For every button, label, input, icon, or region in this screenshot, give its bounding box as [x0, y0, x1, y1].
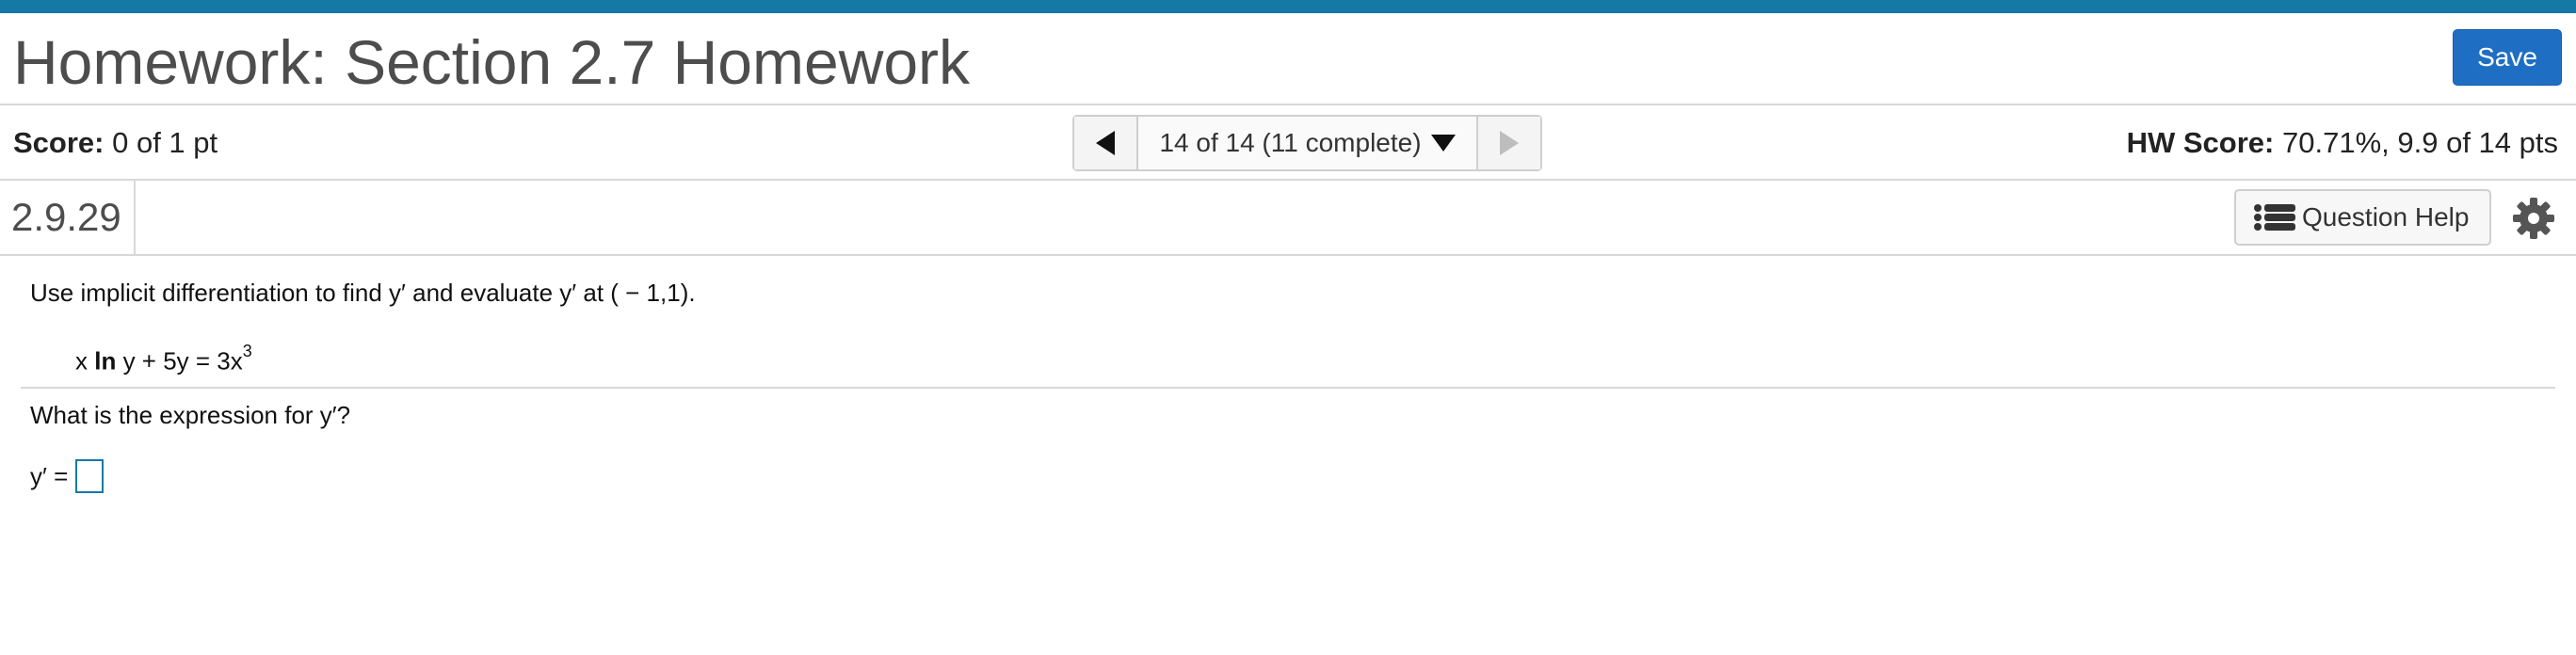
sub-question: What is the expression for y′? — [30, 401, 351, 429]
list-icon — [2254, 204, 2295, 231]
page-title: Homework: Section 2.7 Homework — [13, 27, 971, 97]
next-question-button[interactable] — [1476, 117, 1540, 169]
top-accent-bar — [0, 0, 2576, 13]
score-value: 0 of 1 pt — [112, 126, 218, 159]
triangle-right-icon — [1500, 131, 1519, 155]
header: Homework: Section 2.7 Homework Save — [0, 13, 2576, 105]
question-prompt: Use implicit differentiation to find y′ … — [30, 279, 696, 307]
question-score: Score: 0 of 1 pt — [13, 124, 217, 162]
equation-exponent: 3 — [242, 342, 252, 360]
question-navigator: 14 of 14 (11 complete) — [1072, 115, 1542, 171]
gear-icon[interactable] — [2512, 197, 2555, 240]
divider — [21, 387, 2555, 389]
question-content: Use implicit differentiation to find y′ … — [0, 256, 2576, 655]
question-help-label: Question Help — [2302, 202, 2470, 232]
previous-question-button[interactable] — [1074, 117, 1138, 169]
hw-score-value: 70.71%, 9.9 of 14 pts — [2282, 126, 2558, 159]
question-select[interactable]: 14 of 14 (11 complete) — [1138, 117, 1476, 169]
question-toolbar: 2.9.29 Question Help — [0, 181, 2576, 256]
question-select-label: 14 of 14 (11 complete) — [1159, 128, 1422, 157]
equation-part-1: x — [75, 346, 95, 375]
triangle-left-icon — [1096, 131, 1115, 155]
answer-label: y′ = — [30, 461, 69, 490]
equation: x ln y + 5y = 3x3 — [75, 339, 252, 377]
hw-score: HW Score: 70.71%, 9.9 of 14 pts — [2127, 124, 2558, 162]
answer-row: y′ = — [30, 459, 105, 493]
triangle-down-icon — [1430, 135, 1456, 152]
equation-ln: ln — [94, 346, 117, 375]
answer-input[interactable] — [75, 459, 105, 493]
score-bar: Score: 0 of 1 pt 14 of 14 (11 complete) … — [0, 105, 2576, 181]
score-label: Score: — [13, 126, 105, 159]
equation-part-2: y + 5y = 3x — [116, 346, 243, 375]
question-help-button[interactable]: Question Help — [2234, 189, 2491, 246]
question-number: 2.9.29 — [0, 181, 136, 254]
save-button[interactable]: Save — [2453, 29, 2562, 86]
hw-score-label: HW Score: — [2126, 126, 2275, 159]
